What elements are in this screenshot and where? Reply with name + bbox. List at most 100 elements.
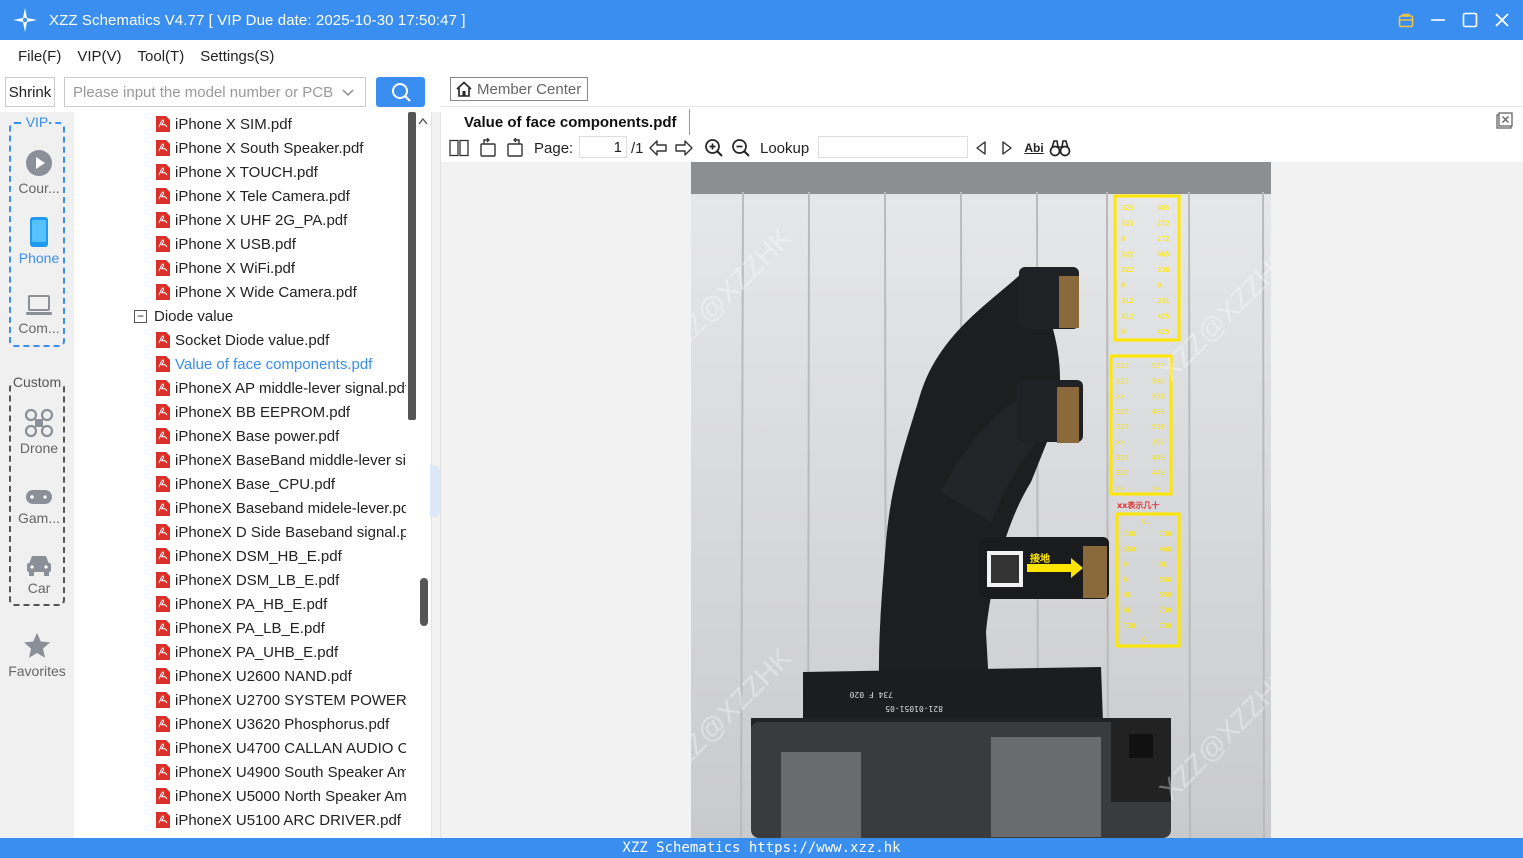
- category-rail: VIP Cour... Phone Com... Custom Drone Ga…: [0, 112, 74, 838]
- pdf-file-icon: [156, 500, 170, 516]
- minimize-button[interactable]: [1429, 11, 1447, 29]
- tree-scrollbar-thumb[interactable]: [408, 112, 416, 420]
- measured-value: 443: [1152, 454, 1165, 462]
- collapse-toggle-icon[interactable]: −: [134, 309, 147, 323]
- tree-file-item[interactable]: iPhoneX PA_HB_E.pdf: [156, 592, 406, 616]
- menu-tool[interactable]: Tool(T): [138, 48, 185, 65]
- previous-page-icon[interactable]: [648, 137, 668, 159]
- chevron-down-icon[interactable]: [341, 85, 355, 99]
- tree-file-item[interactable]: iPhoneX U5100 ARC DRIVER.pdf: [156, 808, 406, 832]
- tree-file-item[interactable]: iPhoneX U2600 NAND.pdf: [156, 664, 406, 688]
- tree-file-item[interactable]: iPhone X South Speaker.pdf: [156, 136, 406, 160]
- measured-value: OL: [1142, 636, 1150, 644]
- tree-file-item[interactable]: iPhoneX U4900 South Speaker Amp: [156, 760, 406, 784]
- measured-value: OL: [1123, 591, 1131, 599]
- tree-file-item[interactable]: iPhoneX AP middle-lever signal.pdf: [156, 376, 406, 400]
- tree-file-item[interactable]: iPhoneX DSM_HB_E.pdf: [156, 544, 406, 568]
- zoom-out-icon[interactable]: [731, 137, 751, 159]
- rail-item-computer[interactable]: Com...: [11, 284, 67, 336]
- tree-file-item[interactable]: iPhoneX U4700 CALLAN AUDIO CODEC: [156, 736, 406, 760]
- measured-value: 225: [1116, 454, 1129, 462]
- tree-file-label: iPhoneX U4700 CALLAN AUDIO CODEC: [175, 739, 406, 757]
- next-page-icon[interactable]: [674, 137, 694, 159]
- tree-file-item[interactable]: iPhone X TOUCH.pdf: [156, 160, 406, 184]
- tree-file-label: iPhoneX BaseBand middle-lever si: [175, 451, 406, 469]
- lookup-input[interactable]: [818, 136, 968, 158]
- rotate-right-icon[interactable]: [505, 137, 525, 159]
- tree-file-item[interactable]: iPhoneX PA_LB_E.pdf: [156, 616, 406, 640]
- tree-file-item[interactable]: iPhoneX Base power.pdf: [156, 424, 406, 448]
- tree-scrollbar[interactable]: [406, 112, 416, 838]
- tree-file-item[interactable]: iPhone X USB.pdf: [156, 232, 406, 256]
- tree-file-item[interactable]: iPhoneX U3620 Phosphorus.pdf: [156, 712, 406, 736]
- tree-file-item[interactable]: Value of face components.pdf: [156, 352, 406, 376]
- tree-file-item[interactable]: iPhoneX BB EEPROM.pdf: [156, 400, 406, 424]
- close-button[interactable]: [1493, 11, 1511, 29]
- rail-item-favorites[interactable]: Favorites: [0, 627, 74, 679]
- measured-value: 730: [1159, 530, 1172, 538]
- model-search-input[interactable]: Please input the model number or PCB: [64, 77, 366, 107]
- document-tab[interactable]: Value of face components.pdf: [451, 109, 690, 135]
- tree-scroll-up-icon[interactable]: [417, 113, 429, 129]
- match-case-button[interactable]: Abi: [1023, 137, 1045, 159]
- tree-file-item[interactable]: iPhoneX U5000 North Speaker Amp: [156, 784, 406, 808]
- collapse-panel-grip[interactable]: [430, 465, 440, 517]
- pdf-file-icon: [156, 644, 170, 660]
- measured-value: 531: [1152, 423, 1165, 431]
- tree-file-label: iPhoneX Base power.pdf: [175, 427, 340, 445]
- tree-file-item[interactable]: iPhoneX DSM_LB_E.pdf: [156, 568, 406, 592]
- rail-item-car[interactable]: Car: [11, 544, 67, 596]
- tree-file-label: iPhone X WiFi.pdf: [175, 259, 296, 277]
- tree-file-item[interactable]: iPhone X Tele Camera.pdf: [156, 184, 406, 208]
- member-center-button[interactable]: Member Center: [450, 77, 588, 101]
- tree-file-item[interactable]: iPhone X SIM.pdf: [156, 112, 406, 136]
- tree-file-item[interactable]: iPhoneX Baseband midele-lever.pdf: [156, 496, 406, 520]
- binoculars-icon[interactable]: [1049, 137, 1071, 159]
- tree-file-item[interactable]: iPhoneX U2700 SYSTEM POWER PMU: [156, 688, 406, 712]
- menu-settings[interactable]: Settings(S): [200, 48, 274, 65]
- pdf-viewer: Member Center Value of face components.p…: [441, 72, 1523, 838]
- two-page-view-icon[interactable]: [449, 137, 469, 159]
- pdf-file-icon: [156, 164, 170, 180]
- measured-value: 425: [1157, 328, 1170, 336]
- rail-item-game[interactable]: Gam...: [11, 474, 67, 526]
- rotate-left-icon[interactable]: [478, 137, 498, 159]
- find-previous-icon[interactable]: [973, 137, 989, 159]
- tree-file-item[interactable]: iPhone X Wide Camera.pdf: [156, 280, 406, 304]
- rail-item-phone[interactable]: Phone: [11, 214, 67, 266]
- menu-vip[interactable]: VIP(V): [77, 48, 121, 65]
- tree-folder-diode-value[interactable]: − Diode value: [134, 304, 233, 328]
- tree-file-item[interactable]: iPhoneX BaseBand middle-lever si: [156, 448, 406, 472]
- search-button[interactable]: [376, 77, 425, 107]
- splitter-handle[interactable]: [420, 578, 428, 626]
- rail-item-drone[interactable]: Drone: [11, 404, 67, 456]
- pdf-file-icon: [156, 260, 170, 276]
- measured-value: 322: [1121, 251, 1134, 259]
- measured-value: 225: [1116, 362, 1129, 370]
- panel-splitter[interactable]: [420, 112, 441, 838]
- custom-group: Custom Drone Gam... Car: [9, 374, 67, 606]
- rail-item-course[interactable]: Cour...: [11, 144, 67, 196]
- pdf-file-icon: [156, 596, 170, 612]
- page-number-input[interactable]: 1: [579, 136, 627, 158]
- tree-file-item[interactable]: iPhone X WiFi.pdf: [156, 256, 406, 280]
- vip-bag-icon[interactable]: [1397, 11, 1415, 29]
- close-tab-icon[interactable]: [1495, 112, 1513, 133]
- tree-file-item[interactable]: iPhoneX D Side Baseband signal.pdf: [156, 520, 406, 544]
- tree-file-item[interactable]: iPhoneX Base_CPU.pdf: [156, 472, 406, 496]
- find-next-icon[interactable]: [999, 137, 1015, 159]
- tree-file-item[interactable]: iPhone X UHF 2G_PA.pdf: [156, 208, 406, 232]
- xx-note: xx表示几十: [1117, 500, 1159, 510]
- status-bar: XZZ Schematics https://www.xzz.hk: [0, 838, 1523, 858]
- tree-file-item[interactable]: iPhoneX PA_UHB_E.pdf: [156, 640, 406, 664]
- rail-label-phone: Phone: [18, 250, 60, 266]
- document-area[interactable]: 323 465 323 272 0 272 322 465 322 338 0 0 312 331 312 4…: [441, 162, 1523, 838]
- tree-file-item[interactable]: Socket Diode value.pdf: [156, 328, 406, 352]
- zoom-in-icon[interactable]: [704, 137, 724, 159]
- menu-file[interactable]: File(F): [18, 48, 61, 65]
- shrink-button[interactable]: Shrink: [5, 77, 55, 107]
- pdf-file-icon: [156, 668, 170, 684]
- maximize-button[interactable]: [1461, 11, 1479, 29]
- tab-row: Value of face components.pdf: [441, 106, 1523, 135]
- tree-file-label: iPhone X Wide Camera.pdf: [175, 283, 357, 301]
